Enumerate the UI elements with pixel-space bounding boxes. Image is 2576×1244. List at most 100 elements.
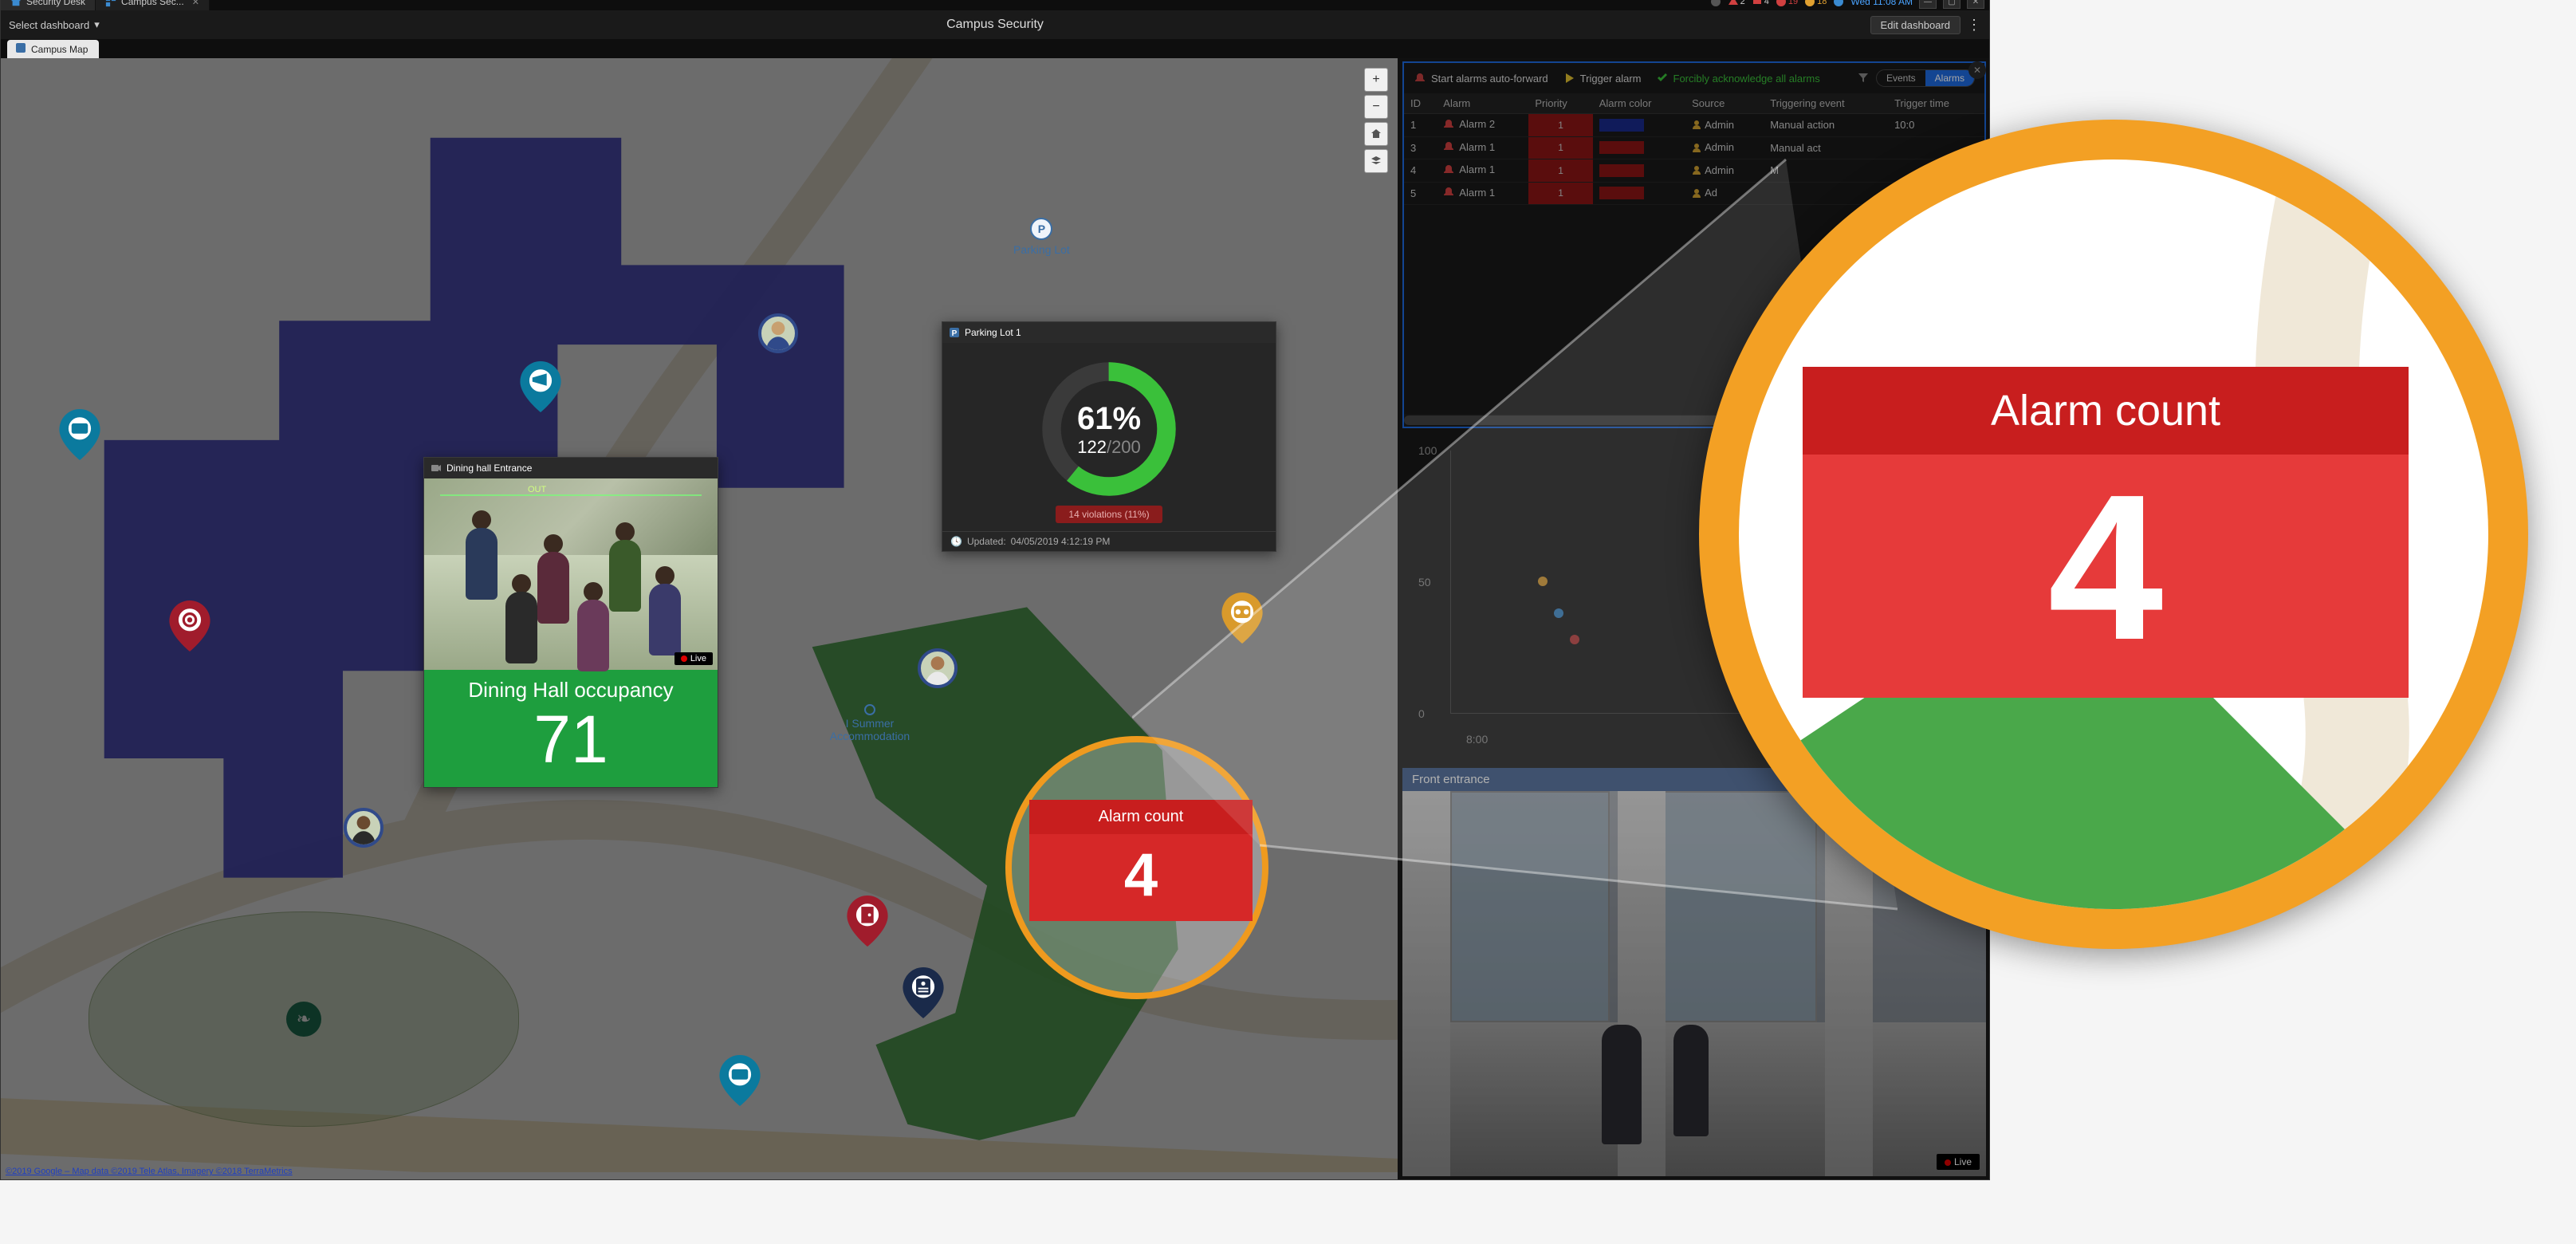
table-header[interactable]: Triggering event xyxy=(1764,93,1888,114)
map-avatar[interactable] xyxy=(758,313,798,353)
tab-campus-sec[interactable]: Campus Sec... ✕ xyxy=(96,0,210,10)
table-header[interactable]: ID xyxy=(1404,93,1437,114)
map-pin-intercom[interactable] xyxy=(902,967,945,1018)
table-row[interactable]: 3Alarm 11AdminManual act xyxy=(1404,136,1984,159)
parking-label: P Parking Lot xyxy=(1013,218,1070,256)
map-attribution: ©2019 Google – Map data ©2019 Tele Atlas… xyxy=(6,1167,293,1176)
seg-alarms[interactable]: Alarms xyxy=(1925,70,1974,86)
tab-label: Security Desk xyxy=(26,0,85,7)
clock: Wed 11:08 AM xyxy=(1850,0,1913,7)
home-icon xyxy=(10,0,22,7)
content: ❧ P Parking Lot I Summer Accommodation xyxy=(1,58,1989,1179)
select-dashboard-dropdown[interactable]: Select dashboard ▾ xyxy=(9,18,100,31)
layers-button[interactable] xyxy=(1364,149,1388,173)
bell-icon xyxy=(1414,72,1426,85)
table-row[interactable]: 1Alarm 21AdminManual action10:0 xyxy=(1404,114,1984,137)
donut-percent: 61% xyxy=(1077,401,1141,437)
dashboard-header: Select dashboard ▾ Campus Security Edit … xyxy=(1,10,1989,39)
close-button[interactable]: ✕ xyxy=(1967,0,1984,9)
map-tab[interactable]: Campus Map xyxy=(7,40,99,58)
leaf-icon: ❧ xyxy=(297,1009,311,1029)
titlebar: Security Desk Campus Sec... ✕ 2 4 19 18 … xyxy=(1,0,1989,10)
chart-x-tick: 8:00 xyxy=(1466,733,1488,746)
map-avatar[interactable] xyxy=(918,648,958,688)
camera-feed: OUT Live xyxy=(424,478,718,670)
close-icon[interactable]: ✕ xyxy=(1968,61,1986,79)
accommodation-label: I Summer Accommodation xyxy=(814,704,926,742)
clock-icon: 🕓 xyxy=(950,536,962,547)
play-icon xyxy=(1563,72,1575,85)
tray-badge[interactable]: 18 xyxy=(1804,0,1827,7)
magnifier-callout: Alarm count 4 xyxy=(1699,120,2528,949)
widget-header: P Parking Lot 1 xyxy=(942,322,1276,343)
tray-badge[interactable]: 19 xyxy=(1776,0,1798,7)
map-pin-camera[interactable] xyxy=(58,409,101,460)
donut-ratio: 122/200 xyxy=(1077,437,1141,458)
map-pane[interactable]: ❧ P Parking Lot I Summer Accommodation xyxy=(1,58,1399,1179)
home-button[interactable] xyxy=(1364,122,1388,146)
map-pin-camera[interactable] xyxy=(718,1055,761,1106)
maximize-button[interactable]: ▢ xyxy=(1943,0,1961,9)
svg-text:P: P xyxy=(952,329,958,338)
magnifier-inner: Alarm count 4 xyxy=(1739,159,2488,909)
map-pin-camera[interactable] xyxy=(519,361,562,412)
table-header[interactable]: Priority xyxy=(1528,93,1592,114)
parking-lot-widget[interactable]: P Parking Lot 1 61% 122/200 14 xyxy=(942,321,1276,552)
alarm-tile-value: 4 xyxy=(1029,834,1253,921)
occupancy-title: Dining Hall occupancy xyxy=(424,670,718,706)
tab-security-desk[interactable]: Security Desk xyxy=(1,0,96,10)
page-title: Campus Security xyxy=(946,18,1044,32)
tray-badge[interactable] xyxy=(1833,0,1844,7)
map-pin-alarm[interactable] xyxy=(168,600,211,652)
seg-events[interactable]: Events xyxy=(1877,70,1925,86)
dining-hall-widget[interactable]: Dining hall Entrance OUT Live Dining Hal… xyxy=(423,457,718,788)
alarm-tile-title: Alarm count xyxy=(1029,800,1253,834)
tray-badge[interactable] xyxy=(1710,0,1721,7)
updated-row: 🕓 Updated: 04/05/2019 4:12:19 PM xyxy=(942,531,1276,551)
close-icon[interactable]: ✕ xyxy=(192,0,199,7)
minimize-button[interactable]: — xyxy=(1919,0,1937,9)
app-window: Security Desk Campus Sec... ✕ 2 4 19 18 … xyxy=(0,0,1990,1180)
table-header[interactable]: Source xyxy=(1685,93,1764,114)
open-space: ❧ xyxy=(88,911,519,1127)
alarm-count-tile[interactable]: Alarm count 4 xyxy=(1029,800,1253,921)
live-badge: Live xyxy=(674,652,713,665)
violations-badge: 14 violations (11%) xyxy=(1056,506,1162,523)
map-icon xyxy=(15,42,26,56)
chart-y-tick: 50 xyxy=(1418,576,1431,589)
tab-label: Campus Sec... xyxy=(121,0,184,7)
magnifier-alarm-title: Alarm count xyxy=(1803,367,2409,455)
alarms-toolbar: Start alarms auto-forward Trigger alarm … xyxy=(1404,63,1984,93)
donut-chart: 61% 122/200 14 violations (11%) xyxy=(942,343,1276,531)
map-pin-door[interactable] xyxy=(846,896,889,947)
magnifier-alarm-value: 4 xyxy=(1803,455,2409,698)
table-header[interactable]: Alarm color xyxy=(1593,93,1685,114)
zoom-out-button[interactable]: − xyxy=(1364,95,1388,119)
camera-icon xyxy=(431,463,442,474)
tray-badge[interactable]: 2 xyxy=(1728,0,1745,7)
live-badge: Live xyxy=(1937,1154,1980,1170)
tray-badge[interactable]: 4 xyxy=(1752,0,1769,7)
filter-icon[interactable] xyxy=(1857,71,1870,86)
map-pin-sensor[interactable] xyxy=(1221,592,1264,644)
edit-dashboard-button[interactable]: Edit dashboard xyxy=(1870,16,1961,34)
map-controls: + − xyxy=(1364,68,1388,173)
parking-icon: P xyxy=(949,327,960,338)
dashboard-icon xyxy=(105,0,116,7)
table-header[interactable]: Alarm xyxy=(1437,93,1528,114)
table-row[interactable]: 4Alarm 11AdminM xyxy=(1404,159,1984,183)
events-alarms-segment: Events Alarms xyxy=(1876,69,1975,87)
widget-header: Dining hall Entrance xyxy=(424,458,718,478)
map-avatar[interactable] xyxy=(344,808,383,848)
occupancy-value: 71 xyxy=(424,706,718,787)
trigger-alarm-action[interactable]: Trigger alarm xyxy=(1563,72,1642,85)
chart-point xyxy=(1570,635,1579,644)
chevron-down-icon: ▾ xyxy=(94,18,100,31)
more-icon[interactable]: ⋮ xyxy=(1967,17,1981,33)
ack-all-action[interactable]: Forcibly acknowledge all alarms xyxy=(1656,72,1820,85)
table-header[interactable]: Trigger time xyxy=(1888,93,1984,114)
chart-y-tick: 100 xyxy=(1418,444,1437,457)
zoom-in-button[interactable]: + xyxy=(1364,68,1388,92)
auto-forward-action[interactable]: Start alarms auto-forward xyxy=(1414,72,1548,85)
map-tabbar: Campus Map xyxy=(1,39,1989,58)
